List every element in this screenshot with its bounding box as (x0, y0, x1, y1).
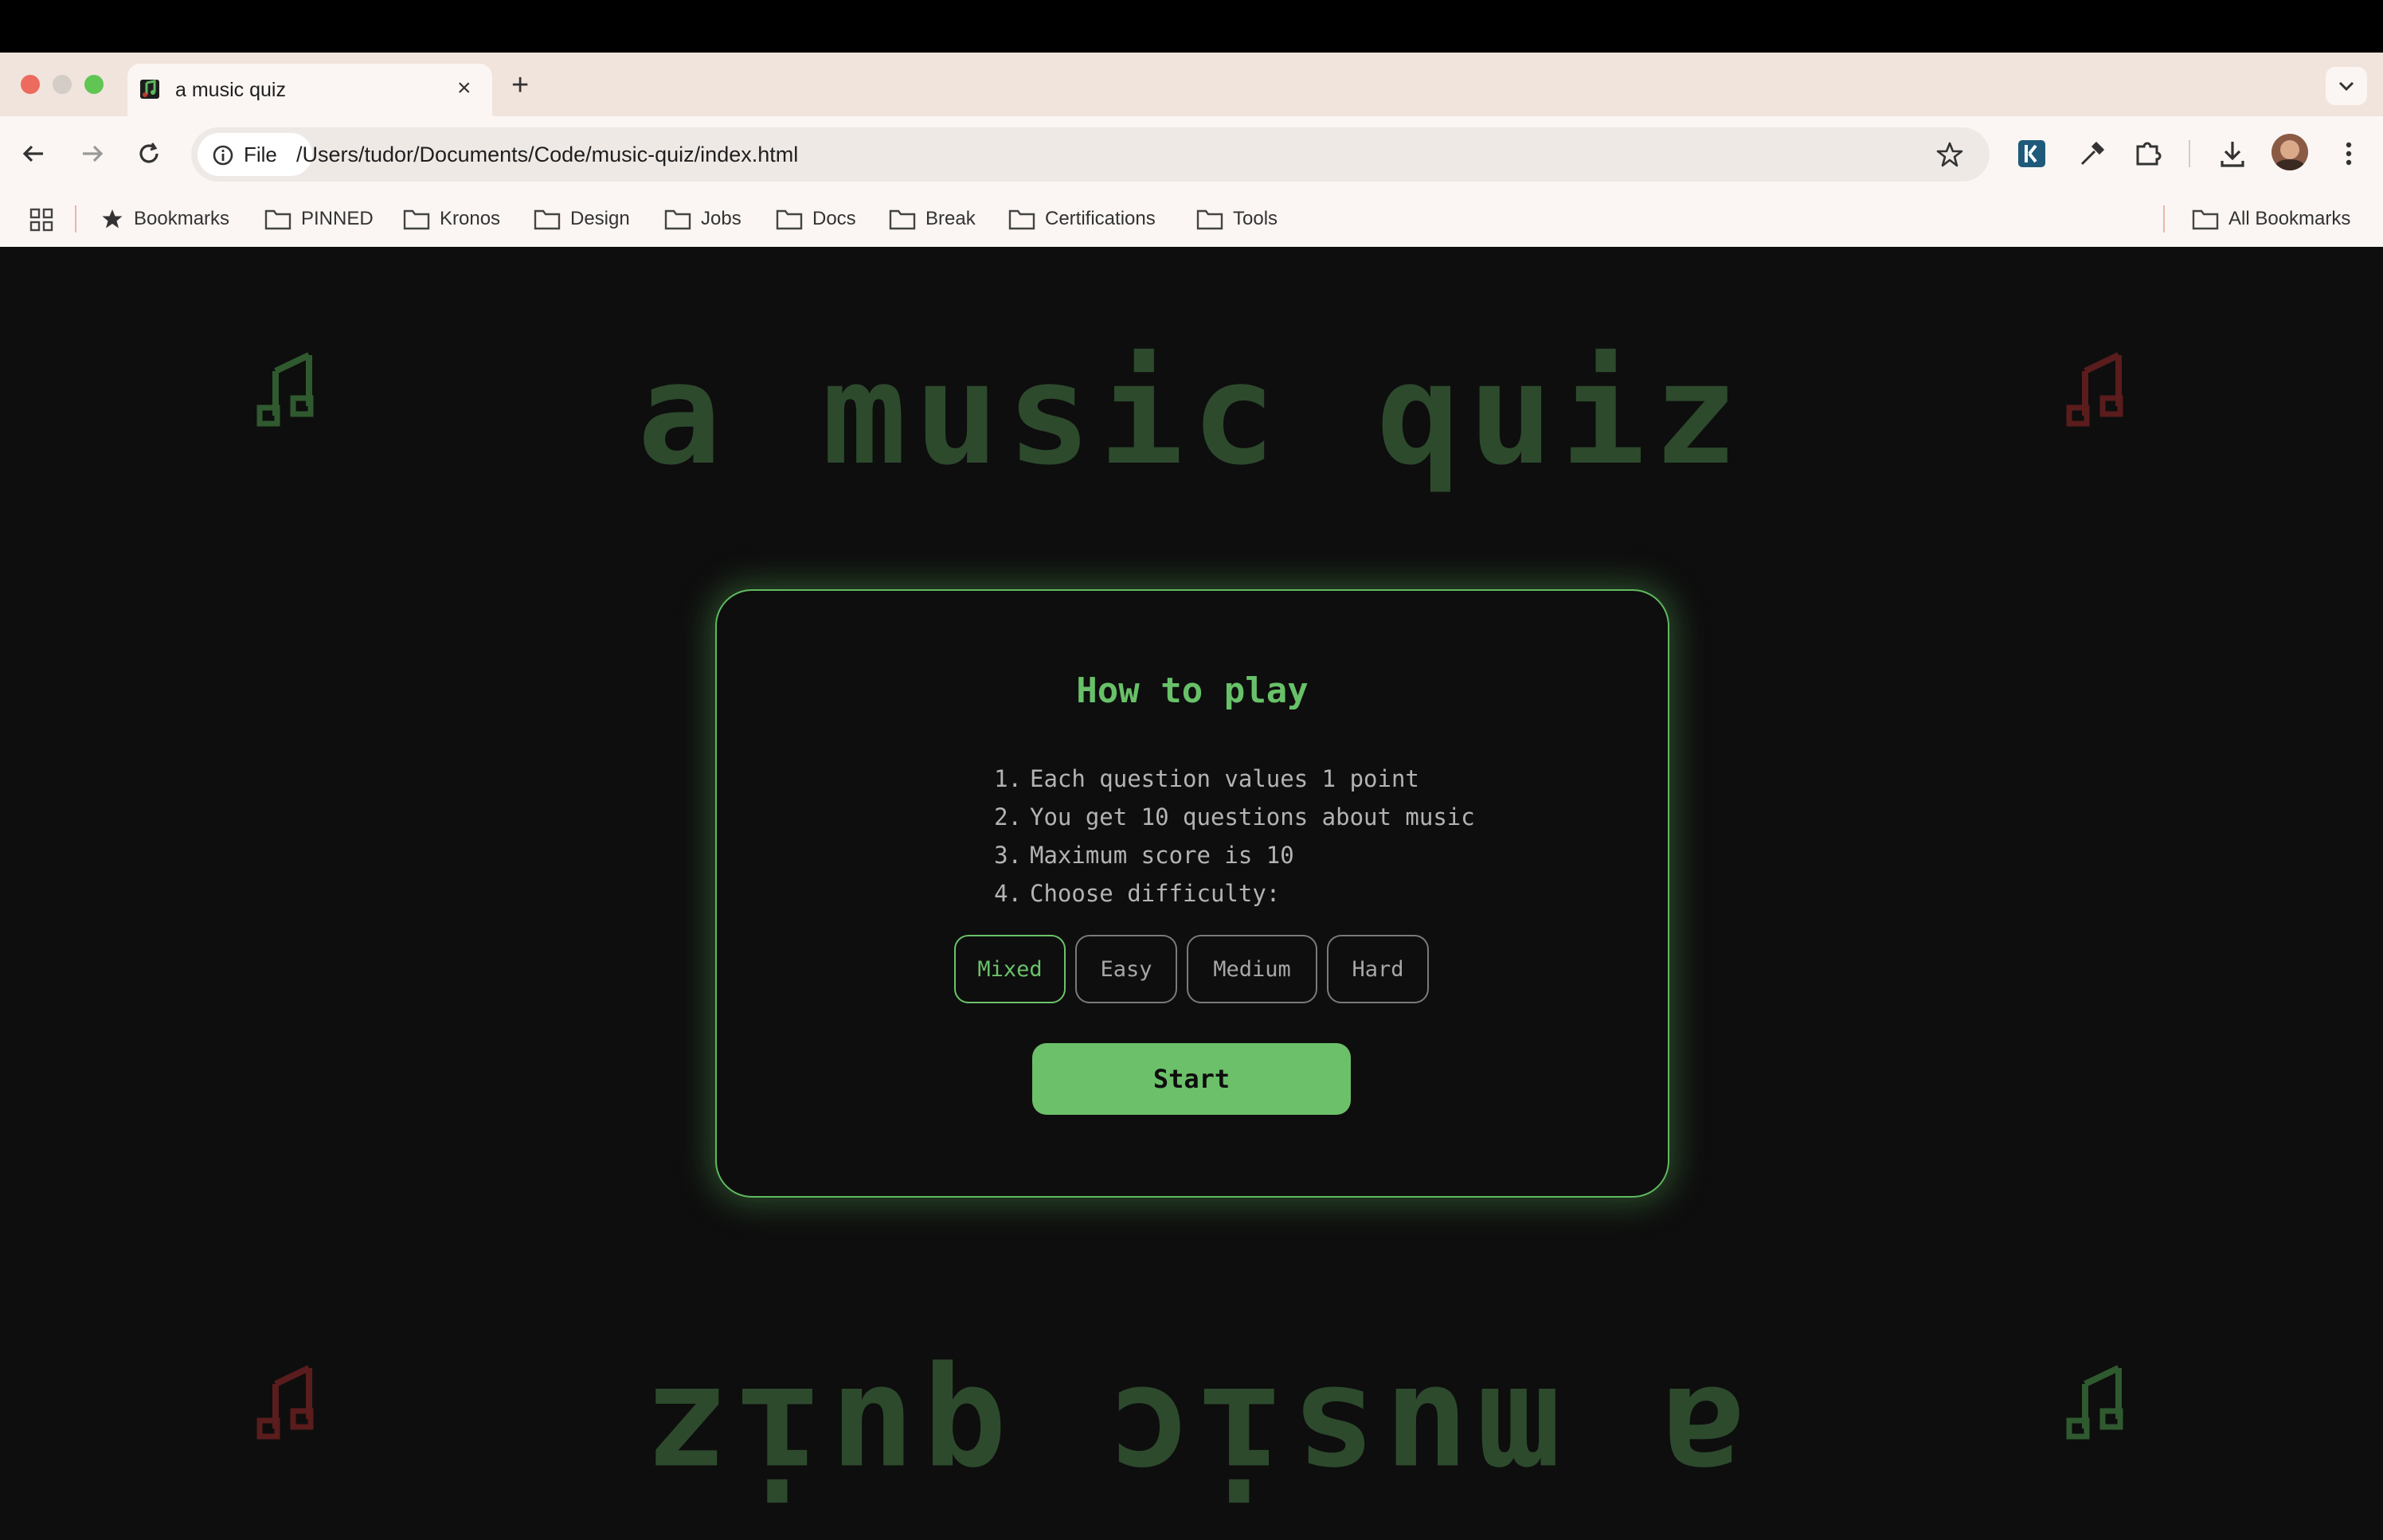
rule-item: 2. You get 10 questions about music (993, 798, 1475, 836)
screen-top-bar (0, 0, 2383, 53)
rule-item: 3. Maximum score is 10 (993, 836, 1475, 874)
minimize-window-button[interactable] (53, 75, 72, 94)
url-text[interactable]: /Users/tudor/Documents/Code/music-quiz/i… (296, 140, 798, 169)
how-to-play-card: How to play 1. Each question values 1 poi… (715, 589, 1669, 1198)
rule-number: 2. (994, 803, 1022, 831)
extensions-puzzle-icon[interactable] (2130, 135, 2166, 172)
rule-text: Maximum score is 10 (1030, 842, 1294, 869)
all-bookmarks-label: All Bookmarks (2228, 208, 2351, 229)
bookmark-folder-docs[interactable]: Docs (776, 204, 856, 234)
bookmark-label: Jobs (701, 208, 742, 229)
profile-avatar[interactable] (2271, 134, 2308, 170)
bookmark-label: Kronos (440, 208, 501, 229)
page-title: a music quiz (637, 333, 1746, 496)
folder-icon (1196, 209, 1223, 230)
site-info-chip[interactable]: File (198, 133, 312, 176)
tab-strip: a music quiz × + (0, 53, 2383, 116)
bookmark-label: PINNED (301, 208, 374, 229)
tab-title: a music quiz (175, 79, 286, 101)
folder-icon (889, 209, 916, 230)
extension-k-icon[interactable] (2013, 135, 2050, 172)
maximize-window-button[interactable] (84, 75, 104, 94)
address-bar[interactable]: File /Users/tudor/Documents/Code/music-q… (191, 127, 1990, 182)
new-tab-button[interactable]: + (511, 70, 529, 100)
rule-item: 4. Choose difficulty: (993, 874, 1475, 913)
folder-icon (403, 209, 430, 230)
folder-icon (1008, 209, 1035, 230)
toolbar-divider (2189, 140, 2190, 167)
bookmark-label: Bookmarks (134, 208, 230, 229)
difficulty-hard-button[interactable]: Hard (1327, 935, 1429, 1003)
reload-icon[interactable] (131, 135, 167, 172)
star-icon (102, 209, 123, 229)
folder-icon (664, 209, 691, 230)
bookmark-label: Break (925, 208, 976, 229)
bookmark-star-icon[interactable] (1935, 140, 1964, 169)
tab-close-icon[interactable]: × (457, 75, 472, 102)
all-bookmarks-button[interactable]: All Bookmarks (2192, 204, 2350, 234)
apps-grid-icon[interactable] (29, 207, 54, 233)
tab-search-button[interactable] (2326, 67, 2367, 105)
folder-icon (2192, 209, 2219, 230)
forward-arrow-icon[interactable] (73, 135, 110, 172)
rule-text: You get 10 questions about music (1030, 803, 1475, 831)
bookmark-folder-kronos[interactable]: Kronos (403, 204, 500, 234)
folder-icon (264, 209, 292, 230)
difficulty-mixed-button[interactable]: Mixed (954, 935, 1066, 1003)
page-title-mirrored: a music quiz (637, 1355, 1746, 1519)
rule-text: Choose difficulty: (1030, 880, 1281, 907)
bookmark-folder-pinned[interactable]: PINNED (264, 204, 374, 234)
chevron-down-icon (2338, 81, 2354, 92)
bookmark-folder-jobs[interactable]: Jobs (664, 204, 742, 234)
rule-item: 1. Each question values 1 point (993, 760, 1475, 798)
bookmarks-bar: Bookmarks PINNED Kronos Design Jobs Docs… (0, 193, 2383, 247)
rules-list: 1. Each question values 1 point 2. You get… (993, 760, 1475, 913)
bookmark-folder-break[interactable]: Break (889, 204, 976, 234)
more-menu-icon[interactable] (2330, 135, 2367, 172)
close-window-button[interactable] (21, 75, 40, 94)
bookmark-label: Docs (812, 208, 856, 229)
site-info-label: File (244, 143, 277, 166)
difficulty-easy-button[interactable]: Easy (1075, 935, 1177, 1003)
bookmark-folder-certifications[interactable]: Certifications (1008, 204, 1156, 234)
bookmark-item-bookmarks[interactable]: Bookmarks (100, 204, 229, 234)
bookmarks-divider (75, 205, 76, 233)
eyedropper-icon[interactable] (2072, 135, 2109, 172)
rule-number: 1. (994, 765, 1022, 792)
bookmarks-divider-right (2163, 205, 2165, 233)
download-icon[interactable] (2214, 135, 2251, 172)
bookmark-label: Design (570, 208, 630, 229)
page-content: a music quiz a music quiz How to play 1.… (0, 247, 2383, 1540)
browser-toolbar: File /Users/tudor/Documents/Code/music-q… (0, 116, 2383, 193)
bookmark-label: Tools (1233, 208, 1278, 229)
card-heading: How to play (1076, 670, 1309, 711)
bookmark-label: Certifications (1045, 208, 1156, 229)
folder-icon (776, 209, 803, 230)
difficulty-medium-button[interactable]: Medium (1187, 935, 1317, 1003)
folder-icon (534, 209, 561, 230)
bookmark-folder-design[interactable]: Design (534, 204, 630, 234)
rule-number: 3. (994, 842, 1022, 869)
rule-number: 4. (994, 880, 1022, 907)
start-button[interactable]: Start (1032, 1043, 1351, 1115)
browser-tab[interactable]: a music quiz × (127, 64, 492, 116)
music-quiz-favicon-icon (140, 80, 159, 99)
back-arrow-icon[interactable] (16, 135, 53, 172)
info-icon (213, 145, 233, 166)
bookmark-folder-tools[interactable]: Tools (1196, 204, 1278, 234)
rule-text: Each question values 1 point (1030, 765, 1419, 792)
